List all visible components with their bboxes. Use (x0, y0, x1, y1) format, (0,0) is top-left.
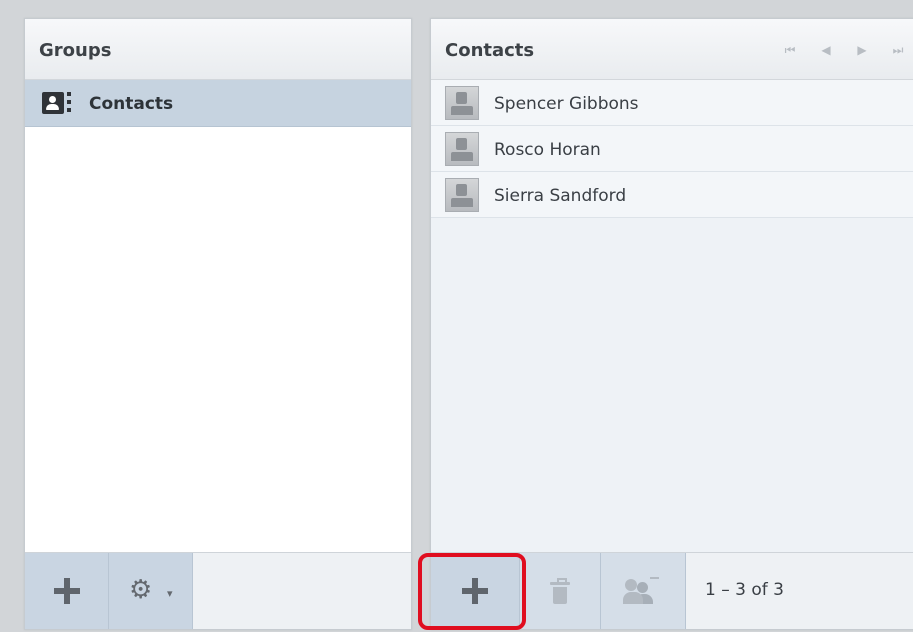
last-page-icon[interactable]: ⏭ (892, 43, 904, 58)
contacts-header: Contacts ⏮ ◀ ▶ ⏭ (431, 19, 913, 80)
record-count: 1 – 3 of 3 (705, 580, 784, 600)
address-book-icon (42, 92, 64, 114)
contact-name: Rosco Horan (494, 140, 601, 160)
add-contact-button[interactable] (431, 553, 520, 629)
groups-panel: Groups Contacts ⚙ ▾ (24, 18, 412, 630)
trash-icon (550, 578, 570, 604)
contact-avatar-icon (445, 86, 479, 120)
next-page-icon[interactable]: ▶ (856, 43, 868, 58)
group-item-label: Contacts (89, 94, 174, 114)
contact-name: Sierra Sandford (494, 186, 627, 206)
group-settings-button[interactable]: ⚙ ▾ (109, 553, 193, 629)
contact-row[interactable]: Rosco Horan (431, 126, 913, 172)
pager-controls: ⏮ ◀ ▶ ⏭ (784, 43, 904, 58)
groups-footer: ⚙ ▾ (25, 552, 411, 629)
contact-avatar-icon (445, 132, 479, 166)
prev-page-icon[interactable]: ◀ (820, 43, 832, 58)
plus-icon (53, 578, 80, 604)
contacts-panel: Contacts ⏮ ◀ ▶ ⏭ Spencer Gibbons Rosco H… (430, 18, 913, 630)
contacts-footer: 1 – 3 of 3 (431, 552, 913, 629)
contact-row[interactable]: Sierra Sandford (431, 172, 913, 218)
groups-list: Contacts (25, 80, 411, 553)
remove-from-group-button[interactable] (601, 553, 686, 629)
group-item-contacts[interactable]: Contacts (25, 80, 411, 127)
gear-icon: ⚙ (129, 575, 153, 605)
contact-name: Spencer Gibbons (494, 94, 639, 114)
first-page-icon[interactable]: ⏮ (784, 43, 796, 58)
address-book-binding-icon (67, 92, 71, 114)
contact-row[interactable]: Spencer Gibbons (431, 80, 913, 126)
plus-icon (462, 578, 488, 604)
groups-header: Groups (25, 19, 411, 80)
contact-avatar-icon (445, 178, 479, 212)
contacts-list: Spencer Gibbons Rosco Horan Sierra Sandf… (431, 80, 913, 553)
remove-contact-icon (623, 577, 659, 607)
chevron-down-icon: ▾ (167, 587, 173, 600)
contacts-title: Contacts (445, 40, 535, 61)
delete-contact-button[interactable] (520, 553, 601, 629)
groups-title: Groups (39, 40, 112, 61)
add-group-button[interactable] (25, 553, 109, 629)
